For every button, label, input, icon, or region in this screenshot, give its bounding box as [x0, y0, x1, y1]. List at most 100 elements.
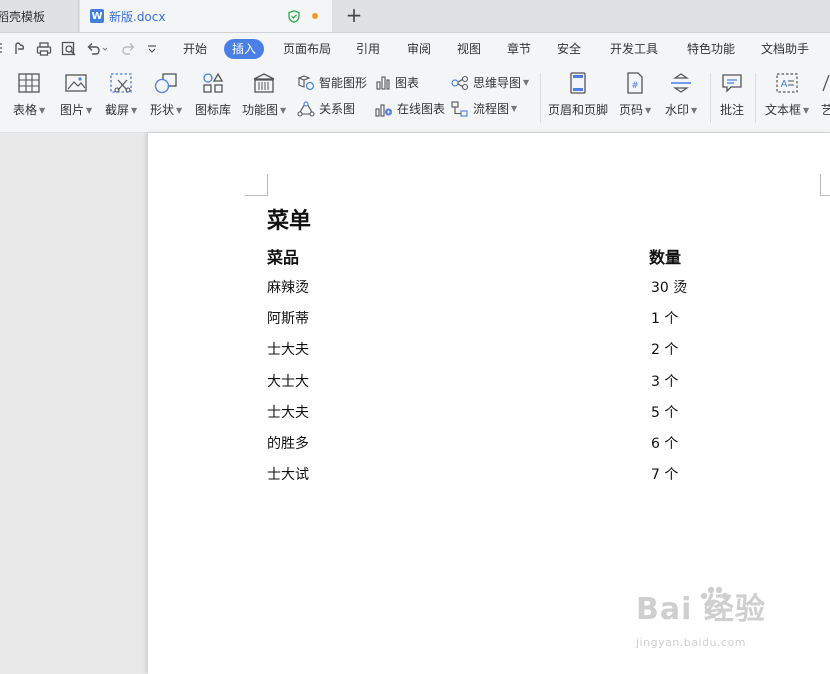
customize-toolbar-icon[interactable]	[146, 41, 158, 57]
shield-icon[interactable]	[288, 10, 300, 26]
row-dish[interactable]: 大士大	[267, 371, 309, 391]
page-number-button[interactable]: # 页码 ▼	[619, 71, 651, 118]
shape-label: 形状	[150, 103, 175, 117]
row-dish[interactable]: 士大夫	[267, 402, 309, 422]
bar-chart-icon	[376, 75, 390, 90]
menu-tab-doc-assistant[interactable]: 文档助手	[753, 39, 817, 59]
menu-tab-view[interactable]: 视图	[449, 39, 489, 59]
header-footer-icon	[570, 72, 586, 94]
row-dish[interactable]: 阿斯蒂	[267, 308, 309, 328]
column-header-quantity[interactable]: 数量	[649, 244, 681, 268]
chevron-down-icon: ▼	[523, 78, 530, 87]
function-chart-label: 功能图	[242, 103, 279, 117]
row-quantity[interactable]: 30 烫	[651, 277, 687, 297]
shape-icon	[154, 73, 177, 94]
document-title[interactable]: 菜单	[267, 203, 311, 235]
tab-document-label: 新版.docx	[109, 9, 166, 24]
flow-chart-button[interactable]: 流程图 ▼	[451, 100, 517, 117]
ribbon-divider	[540, 73, 541, 123]
print-preview-icon[interactable]	[61, 41, 77, 57]
cloud-share-icon[interactable]	[12, 41, 28, 57]
text-box-button[interactable]: A 文本框 ▼	[765, 71, 809, 118]
row-quantity[interactable]: 6 个	[651, 433, 678, 453]
row-dish[interactable]: 士大夫	[267, 339, 309, 359]
redo-icon[interactable]	[120, 41, 136, 57]
row-dish[interactable]: 麻辣烫	[267, 277, 309, 297]
comment-button[interactable]: 批注	[719, 71, 745, 118]
new-tab-button[interactable]: +	[344, 5, 364, 25]
watermark-label: 水印	[665, 103, 690, 117]
menu-tab-insert[interactable]: 插入	[224, 39, 265, 59]
crop-mark	[820, 174, 821, 196]
row-dish[interactable]: 士大试	[267, 464, 309, 484]
ribbon-insert: 表格 ▼ 图片 ▼ 截屏 ▼ 形状 ▼ 图标库 功能图 ▼ 智能图形 图表 思维导图 ▼ 关…	[0, 65, 830, 133]
relation-chart-label: 关系图	[319, 102, 356, 116]
paw-icon	[700, 586, 729, 617]
menu-tab-chapter[interactable]: 章节	[499, 39, 539, 59]
row-quantity[interactable]: 7 个	[651, 464, 678, 484]
crop-mark	[821, 195, 830, 196]
ribbon-divider	[710, 73, 711, 123]
header-footer-label: 页眉和页脚	[548, 103, 609, 117]
smart-shape-label: 智能图形	[319, 76, 368, 90]
menu-tab-page-layout[interactable]: 页面布局	[275, 39, 339, 59]
online-chart-button[interactable]: 在线图表	[375, 100, 445, 117]
row-dish[interactable]: 的胜多	[267, 433, 309, 453]
icon-library-icon	[203, 72, 224, 93]
chevron-down-icon: ▼	[86, 106, 93, 115]
online-chart-icon	[375, 103, 392, 117]
unsaved-indicator	[312, 13, 318, 19]
menu-icon[interactable]	[0, 41, 6, 55]
flow-chart-label: 流程图	[473, 102, 510, 116]
mind-map-label: 思维导图	[473, 76, 522, 90]
text-box-icon: A	[776, 73, 798, 93]
menu-tab-special[interactable]: 特色功能	[679, 39, 743, 59]
picture-icon	[65, 74, 87, 92]
svg-text:#: #	[631, 81, 639, 91]
watermark-icon	[671, 73, 692, 93]
icon-library-button[interactable]: 图标库	[195, 71, 231, 118]
screenshot-label: 截屏	[105, 103, 130, 117]
column-header-dish[interactable]: 菜品	[267, 244, 299, 268]
menu-tab-review[interactable]: 审阅	[399, 39, 439, 59]
menu-bar: 开始 插入 页面布局 引用 审阅 视图 章节 安全 开发工具 特色功能 文档助手	[0, 33, 830, 65]
writer-doc-icon: W	[90, 9, 104, 23]
picture-label: 图片	[60, 103, 85, 117]
art-text-icon	[822, 74, 830, 92]
tab-templates[interactable]: 稻壳模板	[0, 0, 79, 32]
menu-tab-references[interactable]: 引用	[348, 39, 388, 59]
print-icon[interactable]	[36, 41, 52, 57]
picture-button[interactable]: 图片 ▼	[60, 71, 92, 118]
art-text-button[interactable]: 艺	[821, 71, 830, 118]
comment-label: 批注	[719, 103, 744, 117]
undo-icon[interactable]	[86, 41, 108, 57]
row-quantity[interactable]: 5 个	[651, 402, 678, 422]
chart-label: 图表	[395, 76, 420, 90]
flow-chart-icon	[451, 100, 468, 117]
row-quantity[interactable]: 3 个	[651, 371, 678, 391]
chevron-down-icon: ▼	[691, 106, 698, 115]
mind-map-button[interactable]: 思维导图 ▼	[451, 74, 529, 91]
menu-tab-home[interactable]: 开始	[175, 39, 215, 59]
header-footer-button[interactable]: 页眉和页脚	[548, 71, 608, 118]
function-chart-button[interactable]: 功能图 ▼	[242, 71, 286, 118]
comment-icon	[722, 74, 742, 93]
function-chart-icon	[253, 73, 275, 93]
menu-tab-developer[interactable]: 开发工具	[602, 39, 666, 59]
relation-chart-button[interactable]: 关系图	[297, 100, 355, 117]
shape-button[interactable]: 形状 ▼	[150, 71, 182, 118]
chevron-down-icon: ▼	[803, 106, 810, 115]
smart-shape-button[interactable]: 智能图形	[297, 74, 367, 91]
table-button[interactable]: 表格 ▼	[13, 71, 45, 118]
chart-button[interactable]: 图表	[375, 74, 419, 91]
workspace-background	[0, 133, 148, 674]
watermark-button[interactable]: 水印 ▼	[665, 71, 697, 118]
menu-tab-security[interactable]: 安全	[549, 39, 589, 59]
svg-text:A: A	[781, 79, 788, 90]
chevron-down-icon: ▼	[39, 106, 46, 115]
row-quantity[interactable]: 2 个	[651, 339, 678, 359]
relation-chart-icon	[297, 100, 315, 117]
screenshot-button[interactable]: 截屏 ▼	[105, 71, 137, 118]
row-quantity[interactable]: 1 个	[651, 308, 678, 328]
tab-document[interactable]: W 新版.docx	[80, 0, 332, 32]
